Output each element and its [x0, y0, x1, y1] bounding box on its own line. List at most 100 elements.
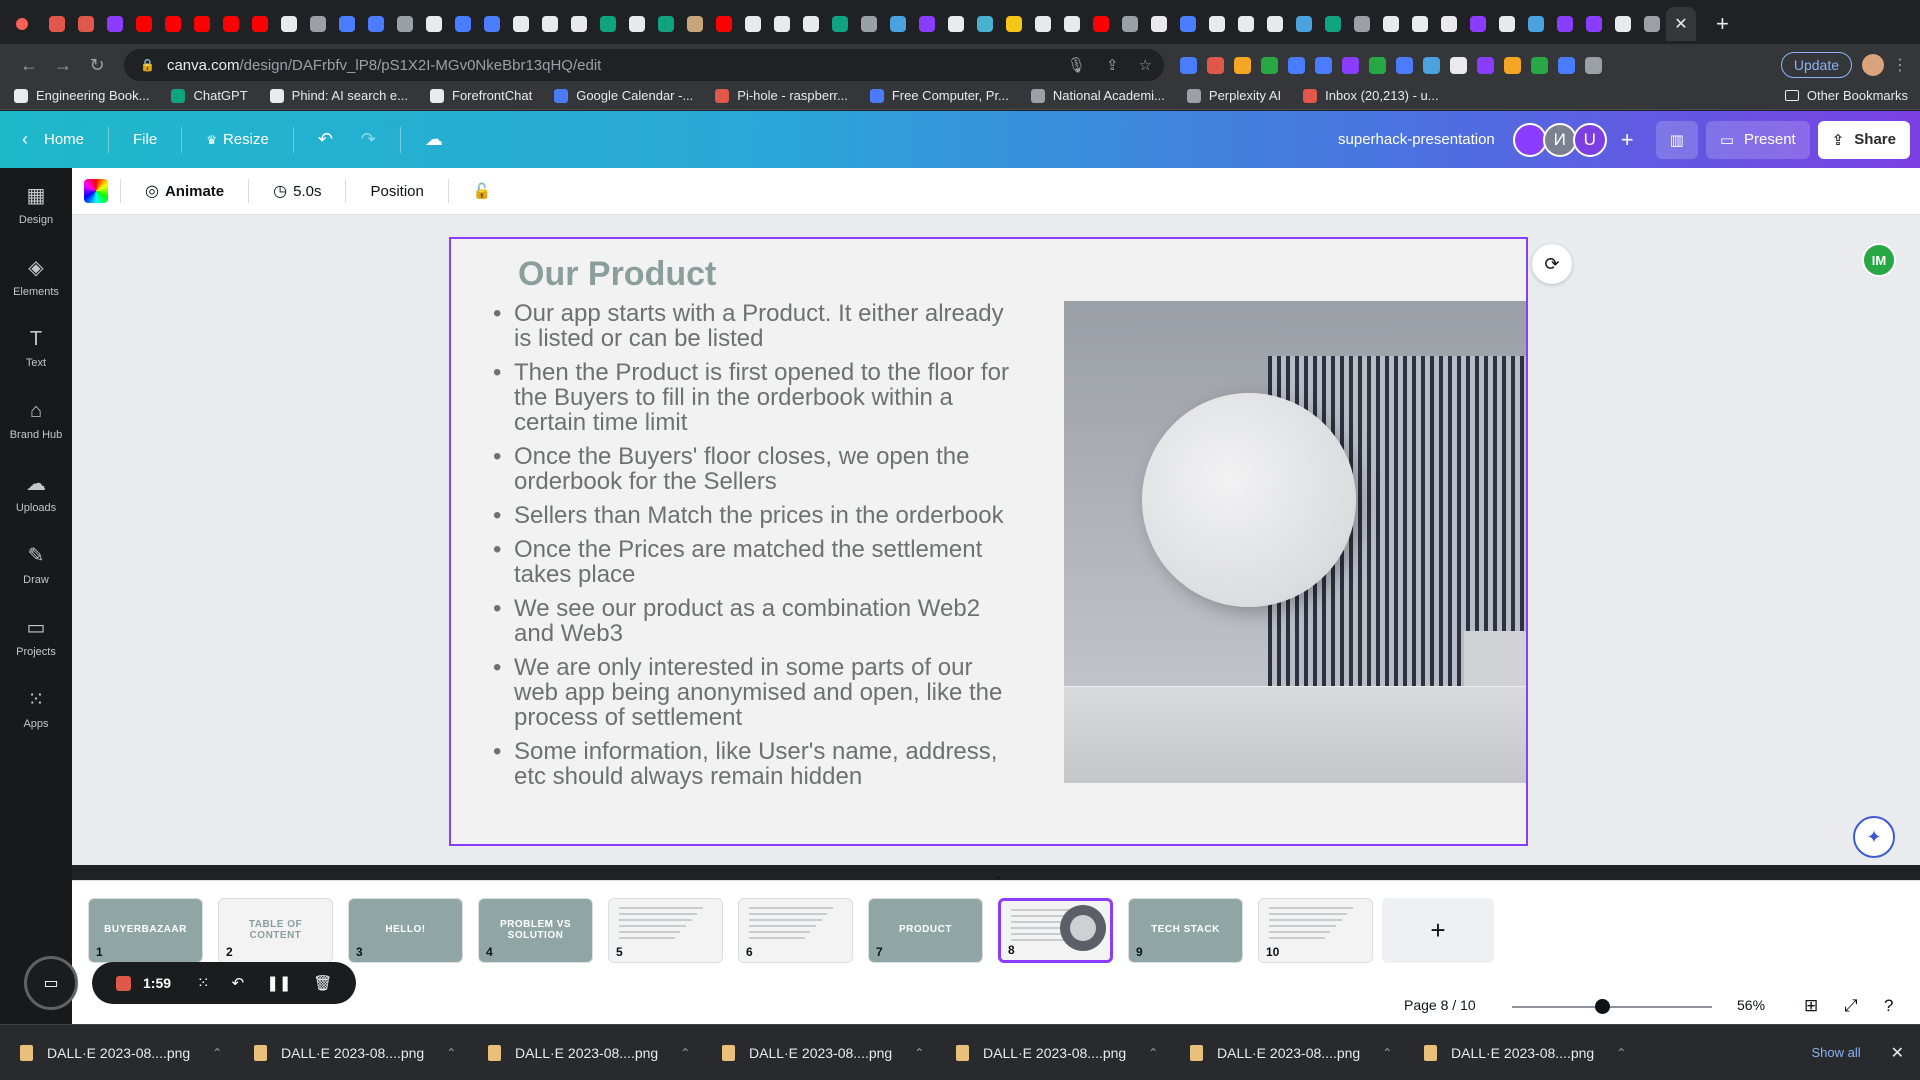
browser-tab[interactable] — [448, 0, 477, 48]
chevron-up-icon[interactable]: ⌃ — [1148, 1046, 1158, 1060]
browser-tab[interactable] — [100, 0, 129, 48]
other-bookmarks[interactable]: Other Bookmarks — [1784, 88, 1908, 103]
resize-button[interactable]: ♛ Resize — [192, 131, 283, 148]
browser-tab[interactable] — [42, 0, 71, 48]
page-thumbnail-6[interactable]: 6 — [738, 898, 853, 963]
browser-tab[interactable] — [883, 0, 912, 48]
browser-tab[interactable] — [1028, 0, 1057, 48]
slide-title[interactable]: Our Product — [518, 255, 716, 294]
pause-icon[interactable]: ❚❚ — [266, 974, 291, 992]
page-thumbnail-4[interactable]: PROBLEM VS SOLUTION 4 — [478, 898, 593, 963]
collaborator-avatar[interactable] — [1512, 122, 1547, 157]
bookmark-item[interactable]: National Academi... — [1030, 88, 1165, 103]
browser-tab[interactable] — [1144, 0, 1173, 48]
browser-tab[interactable] — [1521, 0, 1550, 48]
present-button[interactable]: ▭ Present — [1705, 120, 1810, 159]
update-button[interactable]: Update — [1780, 52, 1852, 78]
browser-tab[interactable] — [1376, 0, 1405, 48]
browser-tab[interactable] — [1463, 0, 1492, 48]
cloud-saved-icon[interactable]: ☁ — [411, 129, 457, 150]
bullet-item[interactable]: Some information, like User's name, addr… — [491, 739, 1011, 789]
add-collaborator-button[interactable]: + — [1607, 127, 1648, 153]
position-button[interactable]: Position — [358, 183, 435, 200]
bookmark-item[interactable]: Perplexity AI — [1186, 88, 1281, 103]
browser-tab[interactable] — [1289, 0, 1318, 48]
download-item[interactable]: DALL·E 2023-08....png ⌃ — [468, 1044, 702, 1061]
magic-sparkle-icon[interactable]: ✦ — [1853, 816, 1895, 858]
browser-tab[interactable] — [216, 0, 245, 48]
bookmark-item[interactable]: Google Calendar -... — [554, 88, 693, 103]
bullet-item[interactable]: Once the Prices are matched the settleme… — [491, 537, 1011, 587]
animate-button[interactable]: ◎ Animate — [133, 181, 236, 201]
browser-tab[interactable] — [158, 0, 187, 48]
bullet-item[interactable]: We see our product as a combination Web2… — [491, 596, 1011, 646]
browser-tab[interactable] — [1434, 0, 1463, 48]
browser-tab[interactable] — [796, 0, 825, 48]
extension-icon[interactable] — [1288, 56, 1305, 74]
bullet-item[interactable]: Sellers than Match the prices in the ord… — [491, 503, 1011, 528]
color-picker-button[interactable] — [84, 179, 108, 203]
page-indicator[interactable]: Page 8 / 10 — [1404, 997, 1476, 1013]
bullet-item[interactable]: Once the Buyers' floor closes, we open t… — [491, 444, 1011, 494]
share-page-icon[interactable]: ⇪ — [1106, 56, 1119, 74]
browser-tab[interactable] — [941, 0, 970, 48]
stop-recording-button[interactable] — [116, 975, 131, 991]
browser-tab[interactable] — [1086, 0, 1115, 48]
undo-icon[interactable]: ↶ — [304, 129, 347, 150]
restart-icon[interactable]: ↶ — [232, 974, 245, 992]
grid-view-icon[interactable]: ⊞ — [1804, 996, 1818, 1016]
browser-tab[interactable] — [71, 0, 100, 48]
bookmark-item[interactable]: Inbox (20,213) - u... — [1303, 88, 1439, 103]
browser-tab[interactable] — [1057, 0, 1086, 48]
zoom-slider-handle[interactable] — [1595, 999, 1610, 1014]
browser-tab[interactable] — [622, 0, 651, 48]
forward-icon[interactable]: → — [46, 55, 80, 76]
collaborator-badge[interactable]: IM — [1862, 243, 1896, 277]
browser-tab[interactable] — [709, 0, 738, 48]
extension-icon[interactable] — [1396, 56, 1413, 74]
bookmark-item[interactable]: Free Computer, Pr... — [869, 88, 1009, 103]
chevron-up-icon[interactable]: ⌃ — [680, 1046, 690, 1060]
sidebar-item-projects[interactable]: ▭ Projects — [0, 600, 72, 672]
browser-tab[interactable] — [651, 0, 680, 48]
chevron-up-icon[interactable]: ⌃ — [446, 1046, 456, 1060]
file-menu[interactable]: File — [119, 131, 171, 148]
browser-tab[interactable] — [129, 0, 158, 48]
browser-tab[interactable] — [564, 0, 593, 48]
browser-tab[interactable] — [1318, 0, 1347, 48]
close-icon[interactable]: ✕ — [1891, 1043, 1904, 1063]
collaborator-avatar[interactable]: И — [1542, 122, 1577, 157]
trash-icon[interactable]: 🗑 — [313, 974, 332, 992]
page-thumbnail-10[interactable]: 10 — [1258, 898, 1373, 963]
sidebar-item-uploads[interactable]: ☁ Uploads — [0, 456, 72, 528]
collaborator-avatar[interactable]: U — [1572, 122, 1607, 157]
bookmark-item[interactable]: Pi-hole - raspberr... — [715, 88, 848, 103]
browser-tab[interactable] — [187, 0, 216, 48]
browser-tab[interactable] — [390, 0, 419, 48]
browser-tab[interactable] — [332, 0, 361, 48]
back-icon[interactable]: ← — [12, 55, 46, 76]
browser-tab[interactable] — [1405, 0, 1434, 48]
browser-tab[interactable] — [361, 0, 390, 48]
browser-tab[interactable] — [593, 0, 622, 48]
microphone-icon[interactable]: 🎙 — [1067, 56, 1086, 74]
fullscreen-icon[interactable]: ⤢ — [1844, 996, 1858, 1016]
sidebar-item-brand-hub[interactable]: ⌂ Brand Hub — [0, 384, 72, 456]
extension-icon[interactable] — [1207, 56, 1224, 74]
browser-tab[interactable] — [1260, 0, 1289, 48]
bookmark-item[interactable]: Engineering Book... — [14, 88, 149, 103]
browser-tab[interactable] — [477, 0, 506, 48]
page-thumbnail-3[interactable]: HELLO! 3 — [348, 898, 463, 963]
product-image[interactable] — [1064, 301, 1526, 783]
browser-menu-icon[interactable]: ⋮ — [1892, 55, 1908, 75]
home-button[interactable]: ‹ Home — [0, 129, 98, 150]
extension-icon[interactable] — [1531, 56, 1548, 74]
zoom-value[interactable]: 56% — [1737, 997, 1765, 1013]
browser-tab[interactable] — [680, 0, 709, 48]
add-page-button[interactable]: + — [1382, 898, 1494, 963]
page-thumbnail-2[interactable]: TABLE OF CONTENT 2 — [218, 898, 333, 963]
chevron-up-icon[interactable]: ⌃ — [212, 1046, 222, 1060]
browser-tab[interactable] — [825, 0, 854, 48]
browser-tab[interactable] — [970, 0, 999, 48]
page-thumbnail-9[interactable]: TECH STACK 9 — [1128, 898, 1243, 963]
